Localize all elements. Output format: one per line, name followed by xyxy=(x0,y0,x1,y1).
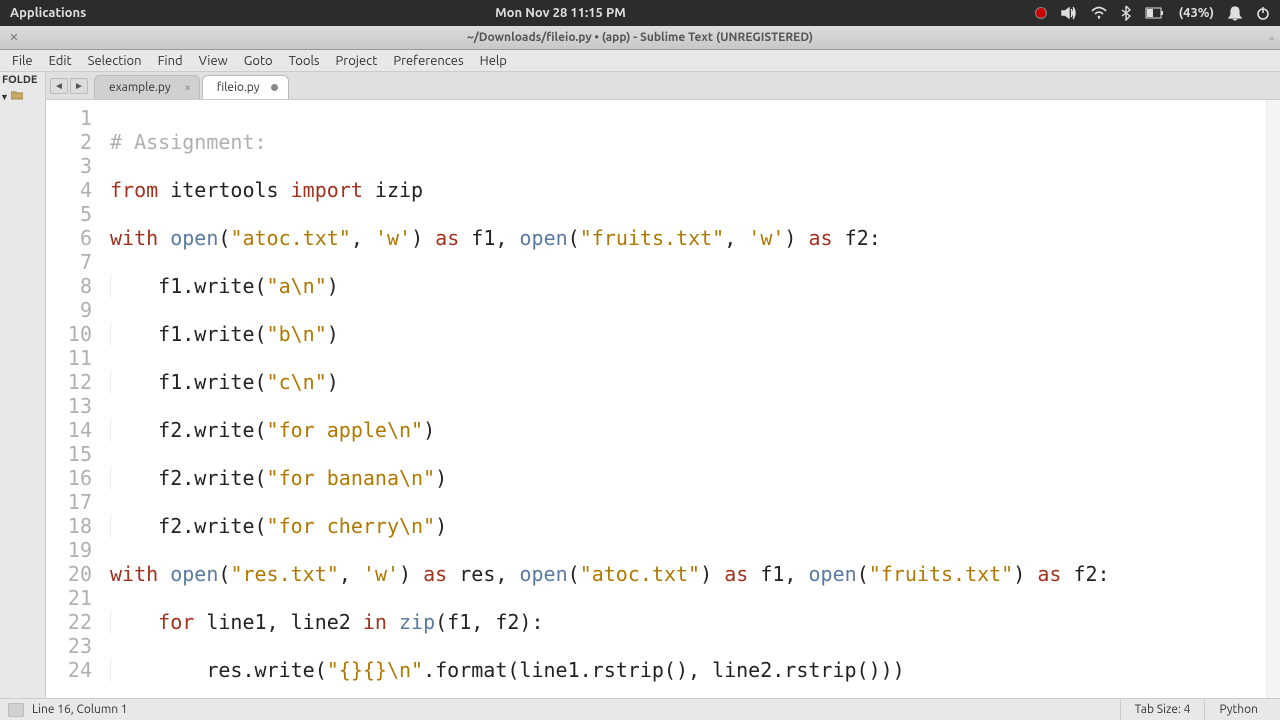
line-number-gutter: 123 456 789 101112 131415 161718 192021 … xyxy=(46,100,102,698)
code-editor[interactable]: 123 456 789 101112 131415 161718 192021 … xyxy=(46,100,1280,698)
applications-menu[interactable]: Applications xyxy=(10,6,86,20)
menu-goto[interactable]: Goto xyxy=(236,52,281,70)
menu-preferences[interactable]: Preferences xyxy=(385,52,471,70)
system-top-bar: Applications Mon Nov 28 11:15 PM (43%) xyxy=(0,0,1280,26)
window-title: ~/Downloads/fileio.py • (app) - Sublime … xyxy=(0,31,1280,44)
folder-icon xyxy=(11,90,23,103)
window-maximize-button[interactable]: ▫ xyxy=(1270,31,1274,45)
tab-label: example.py xyxy=(109,81,171,94)
tab-strip: example.py × fileio.py xyxy=(46,72,1280,100)
tab-close-icon[interactable]: × xyxy=(184,82,190,94)
syntax-selector[interactable]: Python xyxy=(1204,699,1272,720)
console-toggle-button[interactable] xyxy=(8,703,24,717)
window-title-bar: ✕ ~/Downloads/fileio.py • (app) - Sublim… xyxy=(0,26,1280,50)
folder-sidebar[interactable]: FOLDE ▼ xyxy=(0,72,46,698)
minimap[interactable] xyxy=(1266,100,1280,698)
menu-help[interactable]: Help xyxy=(472,52,515,70)
menu-bar: File Edit Selection Find View Goto Tools… xyxy=(0,50,1280,72)
menu-project[interactable]: Project xyxy=(328,52,386,70)
volume-icon[interactable] xyxy=(1061,6,1077,20)
window-close-button[interactable]: ✕ xyxy=(6,30,22,46)
menu-find[interactable]: Find xyxy=(150,52,191,70)
tab-size-selector[interactable]: Tab Size: 4 xyxy=(1120,699,1205,720)
tab-example-py[interactable]: example.py × xyxy=(94,75,200,99)
tab-history-back[interactable]: ◄ xyxy=(50,78,68,94)
tab-dirty-icon xyxy=(271,84,278,91)
power-icon[interactable] xyxy=(1256,6,1270,20)
menu-view[interactable]: View xyxy=(191,52,236,70)
menu-selection[interactable]: Selection xyxy=(80,52,150,70)
battery-icon[interactable] xyxy=(1145,7,1165,19)
tab-fileio-py[interactable]: fileio.py xyxy=(202,75,289,99)
screen-record-icon[interactable] xyxy=(1035,7,1047,19)
bluetooth-icon[interactable] xyxy=(1121,5,1131,21)
menu-file[interactable]: File xyxy=(4,52,41,70)
code-content[interactable]: # Assignment: from itertools import izip… xyxy=(102,100,1266,698)
menu-edit[interactable]: Edit xyxy=(41,52,80,70)
folder-expand-icon[interactable]: ▼ xyxy=(0,92,9,102)
system-clock: Mon Nov 28 11:15 PM xyxy=(86,6,1034,20)
wifi-icon[interactable] xyxy=(1091,6,1107,20)
sidebar-heading: FOLDE xyxy=(0,72,45,88)
tab-label: fileio.py xyxy=(217,81,260,94)
cursor-position: Line 16, Column 1 xyxy=(32,703,128,716)
sidebar-folder-item[interactable]: ▼ xyxy=(0,88,45,105)
battery-percent: (43%) xyxy=(1179,6,1214,20)
tab-history-forward[interactable]: ► xyxy=(70,78,88,94)
editor-area: ◄ ► example.py × fileio.py 123 456 789 1… xyxy=(46,72,1280,698)
menu-tools[interactable]: Tools xyxy=(281,52,328,70)
notification-icon[interactable] xyxy=(1228,5,1242,21)
status-bar: Line 16, Column 1 Tab Size: 4 Python xyxy=(0,698,1280,720)
